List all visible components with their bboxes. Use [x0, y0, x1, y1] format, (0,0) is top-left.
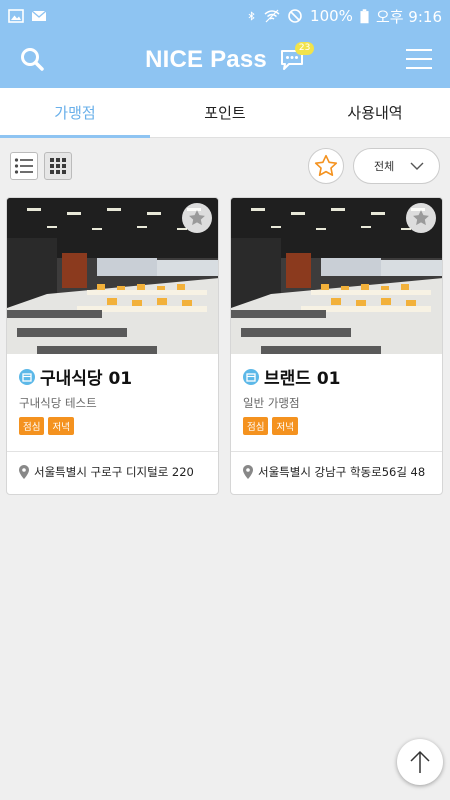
location-pin-icon — [243, 465, 253, 479]
category-dropdown[interactable]: 전체 — [353, 148, 440, 184]
meal-tag: 저녁 — [48, 417, 74, 435]
image-icon — [8, 9, 24, 23]
arrow-up-icon — [410, 750, 430, 773]
address-text: 서울특별시 구로구 디지털로 220 — [34, 465, 194, 479]
meal-tag: 점심 — [243, 417, 269, 435]
grid-view-icon — [50, 158, 66, 174]
star-icon — [189, 210, 205, 226]
location-pin-icon — [19, 465, 29, 479]
store-category-icon — [19, 368, 35, 385]
app-bar: NICE Pass 23 — [0, 32, 450, 88]
list-view-button[interactable] — [10, 152, 38, 180]
store-address: 서울특별시 구로구 디지털로 220 — [7, 452, 218, 480]
star-icon — [413, 210, 429, 226]
store-subtitle: 구내식당 테스트 — [19, 396, 97, 410]
chevron-down-icon — [410, 162, 424, 170]
bluetooth-icon — [248, 11, 255, 21]
tab-points[interactable]: 포인트 — [150, 88, 300, 137]
scroll-to-top-button[interactable] — [397, 739, 443, 785]
store-photo — [7, 198, 218, 354]
app-title: NICE Pass — [145, 46, 267, 73]
no-disturb-icon — [288, 9, 302, 23]
star-icon — [314, 154, 338, 177]
status-bar: 100% 오후 9:16 — [0, 0, 450, 32]
store-address: 서울특별시 강남구 학동로56길 48 — [231, 452, 442, 480]
search-icon[interactable] — [19, 46, 45, 72]
menu-icon[interactable] — [406, 49, 432, 69]
store-name: 구내식당 01 — [40, 369, 133, 389]
favorite-toggle[interactable] — [406, 203, 436, 233]
store-category-icon — [243, 368, 259, 385]
store-grid: 구내식당 01 구내식당 테스트 점심 저녁 서울특별시 구로구 디지털로 22… — [6, 197, 443, 495]
wifi-icon — [264, 9, 280, 23]
battery-percent: 100% — [310, 7, 353, 25]
mail-icon — [31, 10, 47, 21]
address-text: 서울특별시 강남구 학동로56길 48 — [258, 465, 426, 479]
clock: 오후 9:16 — [375, 7, 442, 26]
meal-tag: 점심 — [19, 417, 45, 435]
store-photo — [231, 198, 442, 354]
store-card[interactable]: 구내식당 01 구내식당 테스트 점심 저녁 서울특별시 구로구 디지털로 22… — [6, 197, 219, 495]
dropdown-value: 전체 — [374, 160, 395, 173]
store-info: 구내식당 01 구내식당 테스트 점심 저녁 — [7, 354, 218, 452]
tab-history[interactable]: 사용내역 — [300, 88, 450, 137]
list-view-icon — [14, 158, 33, 174]
grid-view-button[interactable] — [44, 152, 72, 180]
store-card[interactable]: 브랜드 01 일반 가맹점 점심 저녁 서울특별시 강남구 학동로56길 48 — [230, 197, 443, 495]
store-name: 브랜드 01 — [264, 369, 341, 389]
chat-badge: 23 — [294, 42, 315, 55]
meal-tag: 저녁 — [272, 417, 298, 435]
chat-button[interactable]: 23 — [279, 42, 315, 72]
toolbar: 전체 — [0, 138, 450, 194]
favorite-toggle[interactable] — [182, 203, 212, 233]
tab-bar: 가맹점 포인트 사용내역 — [0, 88, 450, 138]
tab-stores[interactable]: 가맹점 — [0, 88, 150, 137]
favorites-filter-button[interactable] — [308, 148, 344, 184]
battery-icon — [360, 8, 369, 23]
store-subtitle: 일반 가맹점 — [243, 396, 300, 410]
store-info: 브랜드 01 일반 가맹점 점심 저녁 — [231, 354, 442, 452]
